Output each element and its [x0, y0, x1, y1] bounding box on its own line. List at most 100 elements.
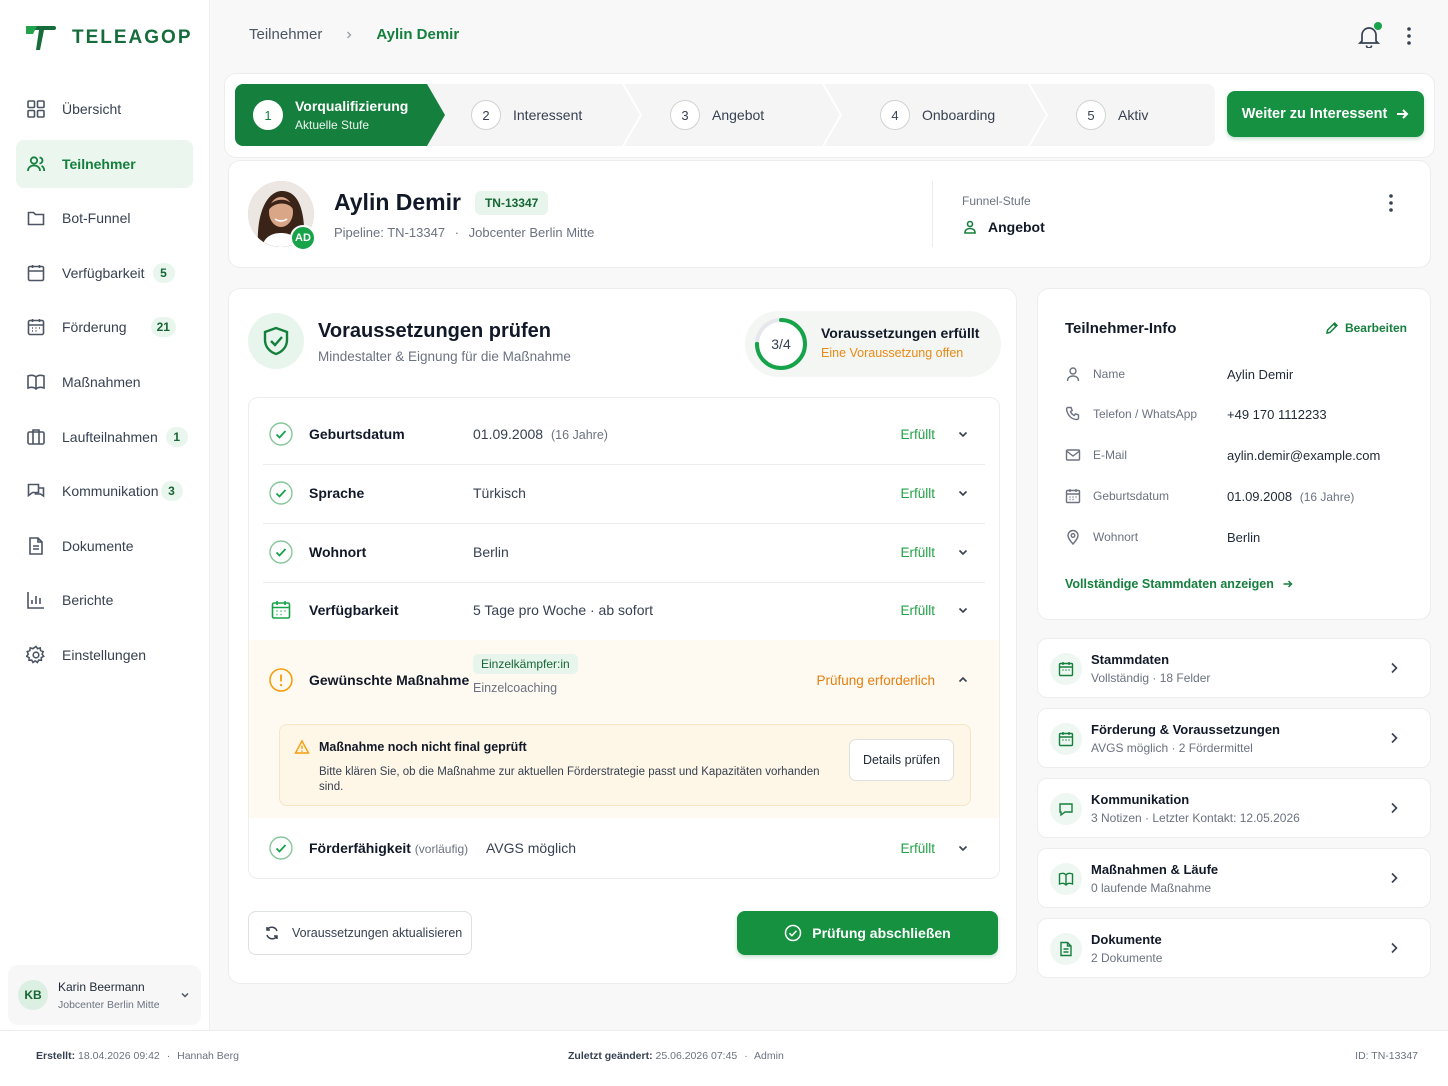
sidebar-item-label: Verfügbarkeit [62, 264, 145, 281]
step-separator [622, 84, 643, 146]
bar-chart-icon [27, 592, 44, 610]
requirement-status: Erfüllt [900, 840, 935, 856]
sidebar-item-label: Kommunikation [62, 483, 159, 500]
sidebar-item-kommunikation[interactable]: Kommunikation 3 [16, 467, 193, 515]
sidebar-item-bot-funnel[interactable]: Bot-Funnel [16, 194, 193, 242]
participant-id-badge: TN-13347 [474, 190, 549, 215]
step-angebot[interactable]: 3 Angebot [670, 84, 764, 146]
section-card-kommunikation[interactable]: Kommunikation 3 Notizen · Letzter Kontak… [1037, 778, 1431, 838]
chevron-up-icon[interactable] [957, 674, 969, 686]
value-text: 01.09.2008 [1227, 488, 1293, 504]
requirement-row-foerderfaehigkeit[interactable]: Förderfähigkeit (vorläufig) AVGS möglich… [249, 824, 999, 872]
section-card-stammdaten[interactable]: Stammdaten Vollständig · 18 Felder [1037, 638, 1431, 698]
info-value[interactable]: +49 170 1112233 [1227, 407, 1327, 422]
step-label: Vorqualifizierung [295, 98, 409, 114]
step-vorqualifizierung[interactable]: 1 Vorqualifizierung Aktuelle Stufe [235, 84, 445, 146]
section-card-dokumente[interactable]: Dokumente 2 Dokumente [1037, 918, 1431, 978]
requirement-row-wohnort[interactable]: Wohnort Berlin Erfüllt [249, 528, 999, 576]
chat-icon [1050, 793, 1082, 825]
sidebar-item-berichte[interactable]: Berichte [16, 576, 193, 624]
step-onboarding[interactable]: 4 Onboarding [880, 84, 995, 146]
sidebar-item-dokumente[interactable]: Dokumente [16, 522, 193, 570]
requirement-row-verfuegbarkeit[interactable]: Verfügbarkeit 5 Tage pro Woche · ab sofo… [249, 586, 999, 634]
breadcrumb-parent[interactable]: Teilnehmer [249, 26, 322, 43]
calendar-icon [27, 264, 45, 282]
step-label: Interessent [513, 107, 583, 123]
chevron-right-icon [1391, 732, 1398, 744]
changed-label: Zuletzt geändert: [568, 1050, 653, 1062]
info-value: Berlin [1227, 529, 1261, 545]
info-value[interactable]: aylin.demir@example.com [1227, 448, 1380, 463]
person-icon [1066, 367, 1080, 382]
chevron-right-icon [347, 31, 352, 38]
info-row-name: Name Aylin Demir [1065, 365, 1415, 383]
requirements-card: Voraussetzungen prüfen Mindestalter & Ei… [228, 288, 1017, 984]
chevron-down-icon[interactable] [957, 487, 969, 499]
sidebar-item-einstellungen[interactable]: Einstellungen [16, 631, 193, 679]
chevron-down-icon[interactable] [957, 428, 969, 440]
info-label: Geburtsdatum [1093, 489, 1170, 503]
book-icon [27, 374, 45, 391]
sidebar-item-massnahmen[interactable]: Maßnahmen [16, 358, 193, 406]
alert-circle-icon [269, 668, 293, 692]
step-interessent[interactable]: 2 Interessent [471, 84, 582, 146]
book-icon [1050, 863, 1082, 895]
funnel-stage-text: Angebot [988, 219, 1045, 235]
requirement-status: Erfüllt [900, 485, 935, 501]
step-sub: Aktuelle Stufe [295, 118, 370, 132]
document-icon [1050, 933, 1082, 965]
calendar-grid-icon [27, 319, 45, 336]
chevron-down-icon [181, 992, 189, 998]
requirement-status: Erfüllt [900, 426, 935, 442]
grid-icon [27, 100, 45, 118]
sidebar: TELEAGOP Übersicht Teilnehmer Bot-Funnel… [0, 0, 210, 1030]
info-label: Wohnort [1093, 530, 1139, 544]
sidebar-item-verfuegbarkeit[interactable]: Verfügbarkeit 5 [16, 249, 193, 297]
sidebar-item-uebersicht[interactable]: Übersicht [16, 85, 193, 133]
check-circle-icon [269, 422, 293, 446]
chevron-down-icon[interactable] [957, 604, 969, 616]
requirement-label: Gewünschte Maßnahme [309, 672, 470, 688]
sidebar-item-foerderung[interactable]: Förderung 21 [16, 303, 193, 351]
info-row-email: E-Mail aylin.demir@example.com [1065, 446, 1415, 464]
label-qualifier: (vorläufig) [414, 842, 469, 856]
measure-alert: Maßnahme noch nicht final geprüft Bitte … [279, 724, 971, 806]
section-card-massnahmen[interactable]: Maßnahmen & Läufe 0 laufende Maßnahme [1037, 848, 1431, 908]
funnel-stage-label: Funnel-Stufe [962, 194, 1031, 208]
arrow-right-icon [1283, 580, 1293, 588]
requirements-title: Voraussetzungen prüfen [318, 320, 551, 342]
requirement-row-massnahme[interactable]: Gewünschte Maßnahme Einzelkämpfer:in Ein… [249, 648, 999, 712]
refresh-requirements-button[interactable]: Voraussetzungen aktualisieren [248, 911, 472, 955]
step-aktiv[interactable]: 5 Aktiv [1076, 84, 1148, 146]
warning-icon [294, 739, 310, 754]
user-menu[interactable]: KB Karin Beermann Jobcenter Berlin Mitte [8, 965, 201, 1025]
info-title: Teilnehmer-Info [1065, 320, 1177, 337]
edit-button[interactable]: Bearbeiten [1325, 321, 1407, 335]
logo[interactable]: TELEAGOP [24, 24, 193, 52]
sidebar-item-teilnehmer[interactable]: Teilnehmer [16, 139, 193, 188]
folder-icon [27, 211, 45, 226]
sidebar-item-laufteilnahmen[interactable]: Laufteilnahmen 1 [16, 413, 193, 461]
next-stage-button[interactable]: Weiter zu Interessent [1227, 91, 1424, 137]
section-card-foerderung[interactable]: Förderung & Voraussetzungen AVGS möglich… [1037, 708, 1431, 768]
requirement-row-geburtsdatum[interactable]: Geburtsdatum 01.09.2008 (16 Jahre) Erfül… [249, 410, 999, 458]
more-vertical-icon[interactable] [1406, 26, 1412, 46]
sidebar-item-label: Laufteilnahmen [62, 428, 158, 445]
notifications-button[interactable] [1358, 22, 1382, 48]
finish-check-button[interactable]: Prüfung abschließen [737, 911, 998, 955]
requirement-value: Berlin [473, 544, 509, 560]
more-vertical-icon[interactable] [1388, 193, 1394, 213]
show-master-data-link[interactable]: Vollständige Stammdaten anzeigen [1065, 577, 1294, 591]
chevron-right-icon [1391, 872, 1398, 884]
section-title: Stammdaten [1091, 652, 1170, 667]
requirements-list: Geburtsdatum 01.09.2008 (16 Jahre) Erfül… [248, 397, 1000, 879]
footer-created: Erstellt: 18.04.2026 09:42 · Hannah Berg [36, 1050, 239, 1062]
alert-title: Maßnahme noch nicht final geprüft [319, 740, 527, 754]
step-number: 1 [253, 100, 283, 130]
chevron-down-icon[interactable] [957, 842, 969, 854]
step-number: 5 [1076, 100, 1106, 130]
requirement-row-sprache[interactable]: Sprache Türkisch Erfüllt [249, 469, 999, 517]
chevron-down-icon[interactable] [957, 546, 969, 558]
details-button[interactable]: Details prüfen [849, 739, 954, 781]
measure-chip: Einzelkämpfer:in [473, 654, 578, 674]
